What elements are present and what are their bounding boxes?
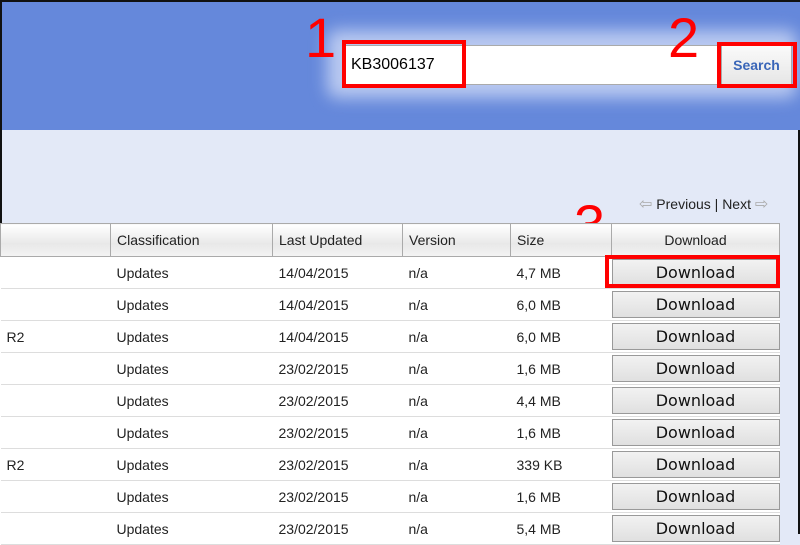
cell-size: 1,6 MB — [510, 352, 612, 385]
cell-title — [0, 384, 111, 417]
cell-version: n/a — [402, 512, 511, 545]
cell-size: 6,0 MB — [510, 288, 612, 321]
download-cell: Download — [611, 288, 780, 321]
cell-title — [0, 480, 111, 513]
cell-last-updated: 23/02/2015 — [272, 416, 403, 449]
cell-version: n/a — [402, 448, 511, 481]
download-cell: Download — [611, 512, 780, 545]
cell-title — [0, 352, 111, 385]
cell-size: 4,4 MB — [510, 384, 612, 417]
annotation-2: 2 — [668, 6, 700, 69]
table-row: Updates 23/02/2015 n/a 4,4 MB Download — [0, 384, 780, 417]
cell-last-updated: 14/04/2015 — [272, 288, 403, 321]
download-button[interactable]: Download — [611, 419, 780, 446]
table-row: R2 Updates 23/02/2015 n/a 339 KB Download — [0, 448, 780, 481]
cell-version: n/a — [402, 416, 511, 449]
cell-classification: Updates — [110, 480, 273, 513]
annotation-1: 1 — [305, 6, 337, 69]
next-link[interactable]: Next — [722, 196, 751, 212]
download-cell: Download — [611, 416, 780, 449]
col-size[interactable]: Size — [510, 223, 612, 257]
arrow-right-icon[interactable]: ⇨ — [755, 196, 768, 213]
col-version[interactable]: Version — [402, 223, 511, 257]
download-cell: Download — [611, 480, 780, 513]
cell-size: 339 KB — [510, 448, 612, 481]
cell-last-updated: 14/04/2015 — [272, 320, 403, 353]
cell-version: n/a — [402, 480, 511, 513]
col-classification[interactable]: Classification — [110, 223, 273, 257]
cell-classification: Updates — [110, 512, 273, 545]
cell-title: R2 — [0, 320, 111, 353]
download-button[interactable]: Download — [611, 515, 780, 542]
cell-last-updated: 14/04/2015 — [272, 256, 403, 289]
table-header-row: Classification Last Updated Version Size… — [0, 223, 780, 257]
cell-version: n/a — [402, 288, 511, 321]
cell-last-updated: 23/02/2015 — [272, 352, 403, 385]
col-download: Download — [611, 223, 780, 257]
cell-version: n/a — [402, 384, 511, 417]
highlight-box-download — [605, 255, 780, 288]
cell-last-updated: 23/02/2015 — [272, 480, 403, 513]
cell-last-updated: 23/02/2015 — [272, 384, 403, 417]
col-last-updated[interactable]: Last Updated — [272, 223, 403, 257]
cell-classification: Updates — [110, 288, 273, 321]
cell-last-updated: 23/02/2015 — [272, 512, 403, 545]
cell-version: n/a — [402, 320, 511, 353]
cell-size: 1,6 MB — [510, 416, 612, 449]
table-row: Updates 23/02/2015 n/a 1,6 MB Download — [0, 480, 780, 513]
download-button[interactable]: Download — [611, 291, 780, 318]
table-row: R2 Updates 14/04/2015 n/a 6,0 MB Download — [0, 320, 780, 353]
cell-size: 4,7 MB — [510, 256, 612, 289]
cell-classification: Updates — [110, 256, 273, 289]
download-cell: Download — [611, 384, 780, 417]
table-row: Updates 14/04/2015 n/a 6,0 MB Download — [0, 288, 780, 321]
download-button[interactable]: Download — [611, 355, 780, 382]
table-row: Updates 23/02/2015 n/a 1,6 MB Download — [0, 416, 780, 449]
col-title[interactable] — [0, 223, 111, 257]
download-cell: Download — [611, 448, 780, 481]
cell-classification: Updates — [110, 384, 273, 417]
table-row: Updates 23/02/2015 n/a 5,4 MB Download — [0, 512, 780, 545]
cell-version: n/a — [402, 256, 511, 289]
pager-separator: | — [714, 196, 719, 212]
cell-size: 6,0 MB — [510, 320, 612, 353]
cell-classification: Updates — [110, 448, 273, 481]
cell-title — [0, 288, 111, 321]
download-button[interactable]: Download — [611, 483, 780, 510]
cell-last-updated: 23/02/2015 — [272, 448, 403, 481]
highlight-box-search-button — [717, 42, 797, 88]
pager: ⇦ Previous | Next ⇨ — [639, 194, 768, 214]
cell-size: 5,4 MB — [510, 512, 612, 545]
table-row: Updates 23/02/2015 n/a 1,6 MB Download — [0, 352, 780, 385]
arrow-left-icon[interactable]: ⇦ — [639, 196, 652, 213]
cell-title — [0, 416, 111, 449]
download-button[interactable]: Download — [611, 451, 780, 478]
download-cell: Download — [611, 320, 780, 353]
cell-title: R2 — [0, 448, 111, 481]
cell-title — [0, 256, 111, 289]
previous-link[interactable]: Previous — [656, 196, 710, 212]
cell-version: n/a — [402, 352, 511, 385]
cell-title — [0, 512, 111, 545]
download-cell: Download — [611, 352, 780, 385]
cell-classification: Updates — [110, 352, 273, 385]
download-button[interactable]: Download — [611, 323, 780, 350]
cell-classification: Updates — [110, 320, 273, 353]
cell-classification: Updates — [110, 416, 273, 449]
highlight-box-search-input — [342, 40, 466, 88]
download-button[interactable]: Download — [611, 387, 780, 414]
cell-size: 1,6 MB — [510, 480, 612, 513]
